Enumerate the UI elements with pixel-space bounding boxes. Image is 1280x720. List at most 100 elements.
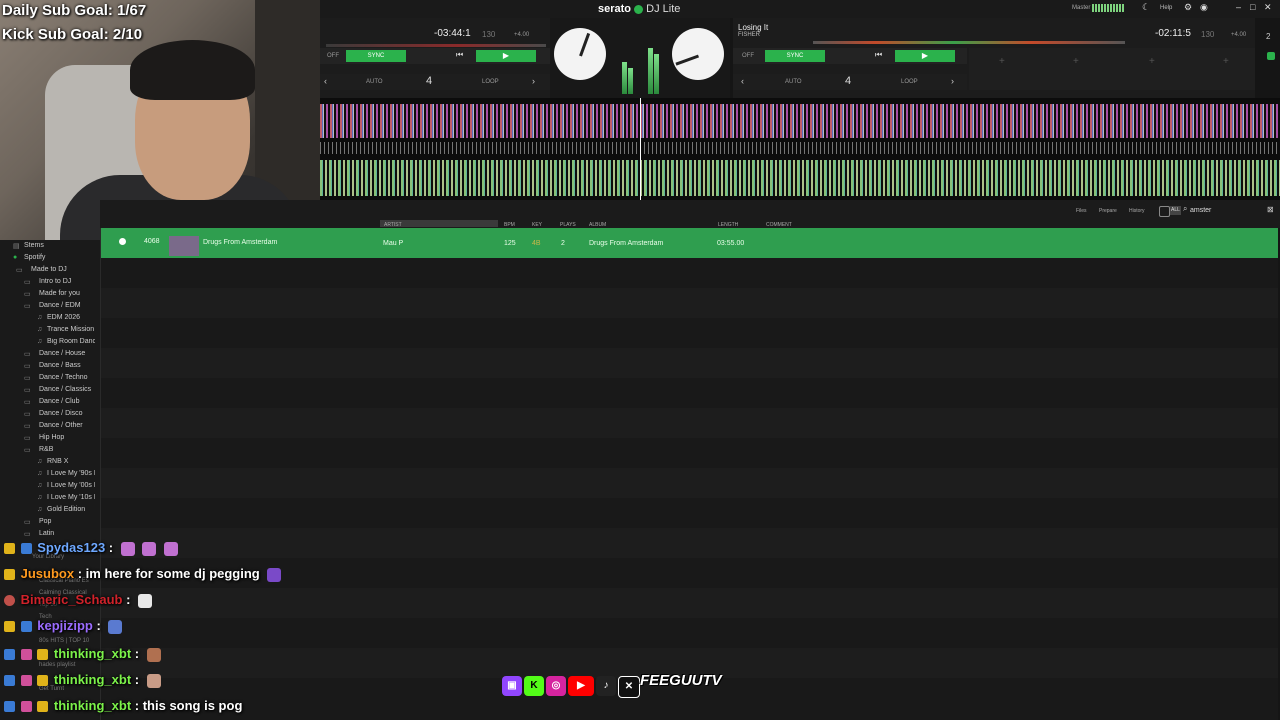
search-scope[interactable]: ALL [1170,206,1181,215]
minimize-icon[interactable]: – [1236,2,1241,12]
deck-2-jog-knob[interactable] [672,28,724,80]
deck-1-overview[interactable] [326,44,546,47]
sidebar-item-dance-house[interactable]: Dance / House [39,350,85,357]
tab-files[interactable]: Files [1076,208,1087,214]
emote-icon [267,567,282,582]
deck-2-loop-button[interactable]: LOOP [901,79,918,85]
sidebar-item-rnb[interactable]: R&B [39,446,53,453]
deck-1-play-button[interactable]: ▶ [476,50,536,62]
deck-1-loop-next-icon[interactable]: › [532,76,535,86]
deck-1-off-button[interactable]: OFF [322,50,344,62]
sidebar-item-dance-bass[interactable]: Dance / Bass [39,362,81,369]
sidebar-item-made-for-you[interactable]: Made for you [39,290,80,297]
sampler-slot-3[interactable]: + [1149,56,1155,67]
deck-1-pitch: +4.00 [514,32,530,38]
sidebar-item-gold-edition[interactable]: Gold Edition [47,506,85,513]
serato-logo-icon [634,4,644,14]
master-meter [1092,4,1124,12]
deck-2-level-meter-r [654,54,659,94]
sidebar-item-hades-playlist[interactable]: hades playlist [39,662,75,668]
deck-2-sync-button[interactable]: SYNC [765,50,825,62]
sidebar-item-made-to-dj[interactable]: Made to DJ [31,266,67,273]
deck-1-loop-prev-icon[interactable]: ‹ [324,76,327,86]
deck-1-cue-icon[interactable]: ⏮ [456,50,463,60]
sidebar-item-intro-to-dj[interactable]: Intro to DJ [39,278,71,285]
deck-2-loop-size: 4 [845,75,852,87]
tab-prepare[interactable]: Prepare [1099,208,1117,214]
night-mode-icon[interactable]: ☾ [1142,2,1150,13]
deck-1-jog-knob[interactable] [554,28,606,80]
deck-1-transport: OFF SYNC ⏮ ▶ [320,48,550,64]
sidebar-item-edm-2026[interactable]: EDM 2026 [47,314,80,321]
chat-username: Jusubox [20,566,75,581]
clear-search-icon[interactable]: ⊠ [1267,205,1274,214]
sidebar-item-spotify[interactable]: Spotify [24,254,45,261]
track-artist: Mau P [383,240,404,247]
sampler-slot-4[interactable]: + [1223,56,1229,67]
sidebar-item-pop[interactable]: Pop [39,518,51,525]
tab-history[interactable]: History [1129,208,1145,214]
sidebar-item-dance-classics[interactable]: Dance / Classics [39,386,91,393]
sidebar-item-hip-hop[interactable]: Hip Hop [39,434,64,441]
deck-count: 2 [1266,32,1271,41]
maximize-icon[interactable]: □ [1250,2,1255,12]
deck-2-overview[interactable] [813,41,1125,44]
daily-sub-goal: Daily Sub Goal: 1/67 [2,2,147,19]
sidebar-item-10s-rnb[interactable]: I Love My '10s R [47,494,95,501]
chat-message: thinking_xbt : [4,646,161,662]
app-name: serato [598,3,632,15]
close-icon[interactable]: ✕ [1264,2,1272,13]
account-icon[interactable]: ◉ [1200,2,1208,13]
sidebar-item-rnb-x[interactable]: RNB X [47,458,68,465]
sidebar-item-dance-edm[interactable]: Dance / EDM [39,302,81,309]
deck-1-loop-button[interactable]: LOOP [482,79,499,85]
sub-badge-icon [4,569,15,581]
sidebar-item-00s-rnb[interactable]: I Love My '00s R [47,482,95,489]
sampler-slot-1[interactable]: + [999,56,1005,67]
waveform-display[interactable] [320,98,1280,200]
settings-gear-icon[interactable]: ⚙ [1184,2,1192,13]
playlist-icon: ♫ [37,314,43,321]
sidebar-item-80s-hits[interactable]: 80s HITS | TOP 10 [39,638,89,644]
help-menu[interactable]: Help [1160,5,1172,11]
emote-icon [146,673,161,688]
sidebar-item-latin[interactable]: Latin [39,530,54,537]
emote-icon [120,541,135,556]
search-input[interactable]: amster [1190,207,1211,214]
chat-username: thinking_xbt [53,646,132,661]
kick-icon: K [524,676,544,696]
sidebar-item-90s-rnb[interactable]: I Love My '90s R [47,470,95,477]
sidebar-item-dance-techno[interactable]: Dance / Techno [39,374,88,381]
panel-toggle-icon[interactable] [1267,52,1275,60]
deck-1-bpm: 130 [482,30,496,39]
sidebar-item-dance-club[interactable]: Dance / Club [39,398,79,405]
sidebar-item-big-room-dance[interactable]: Big Room Dance [47,338,95,345]
deck-2-loop-next-icon[interactable]: › [951,76,954,86]
deck-2-off-button[interactable]: OFF [737,50,759,62]
empty-row [100,498,1278,528]
deck-2-play-button[interactable]: ▶ [895,50,955,62]
folder-icon: ▭ [24,351,31,358]
chat-username: thinking_xbt [53,698,132,713]
view-toggle-icon[interactable] [1159,206,1170,217]
folder-icon: ▭ [24,435,31,442]
sidebar-item-dance-other[interactable]: Dance / Other [39,422,83,429]
chat-message: kepjizipp : [4,618,123,634]
serato-logo: serato DJ Lite [598,3,680,15]
deck-1-auto-label: AUTO [366,79,383,85]
folder-icon: ▭ [24,399,31,406]
sidebar-item-stems[interactable]: Stems [24,242,44,249]
member-badge-icon [20,543,32,555]
deck-2-loop-prev-icon[interactable]: ‹ [741,76,744,86]
folder-icon: ▭ [24,363,31,370]
tiktok-icon: ♪ [596,676,616,696]
deck-1-sync-button[interactable]: SYNC [346,50,406,62]
mixer [550,18,730,98]
table-row[interactable]: 4068 Drugs From Amsterdam Mau P 125 4B 2… [100,228,1278,258]
folder-icon: ▭ [24,411,31,418]
playlist-icon: ♫ [37,494,43,501]
sampler-slot-2[interactable]: + [1073,56,1079,67]
sidebar-item-dance-disco[interactable]: Dance / Disco [39,410,83,417]
deck-2-cue-icon[interactable]: ⏮ [875,50,882,60]
sidebar-item-trance-mission[interactable]: Trance Mission [47,326,94,333]
